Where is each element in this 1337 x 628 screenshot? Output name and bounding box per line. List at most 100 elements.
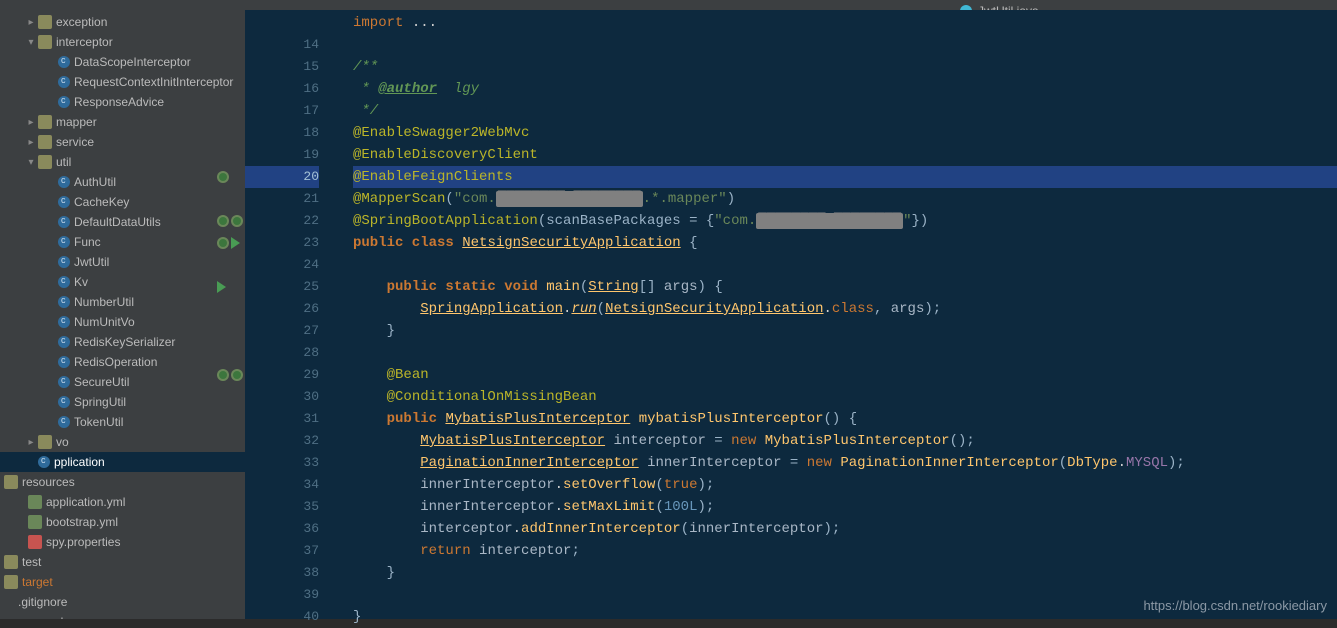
code-line[interactable] (353, 584, 1337, 606)
gutter-line-number[interactable]: 24 (245, 254, 319, 276)
tree-item[interactable]: resources (0, 472, 245, 492)
code-line[interactable] (353, 342, 1337, 364)
gutter-line-number[interactable]: 16 (245, 78, 319, 100)
tree-item[interactable]: ▸exception (0, 12, 245, 32)
tree-item[interactable]: · pplication (0, 452, 245, 472)
tree-item[interactable]: ·RequestContextInitInterceptor (0, 72, 245, 92)
spring-bean-icon[interactable] (217, 171, 229, 183)
spring-bean-icon[interactable] (231, 215, 243, 227)
code-line[interactable]: innerInterceptor.setMaxLimit(100L); (353, 496, 1337, 518)
gutter-line-number[interactable]: 27 (245, 320, 319, 342)
tree-item[interactable]: ·TokenUtil (0, 412, 245, 432)
code-line[interactable]: } (353, 562, 1337, 584)
gutter-line-number[interactable]: 20 (245, 166, 319, 188)
gutter-line-number[interactable]: 14 (245, 34, 319, 56)
tree-item[interactable]: .gitignore (0, 592, 245, 612)
line-gutter[interactable]: 1415161718192021222324252627282930313233… (245, 10, 325, 619)
tree-item[interactable]: pom.xml (0, 612, 245, 619)
gutter-line-number[interactable]: 23 (245, 232, 319, 254)
chevron-down-icon[interactable]: ▾ (24, 37, 38, 48)
tree-item[interactable]: test (0, 552, 245, 572)
code-area[interactable]: import .../** * @author lgy */@EnableSwa… (325, 10, 1337, 619)
gutter-line-number[interactable]: 32 (245, 430, 319, 452)
gutter-line-number[interactable]: 21 (245, 188, 319, 210)
run-icon[interactable] (231, 237, 240, 249)
tree-item[interactable]: ·NumberUtil (0, 292, 245, 312)
tree-item[interactable]: ·Func (0, 232, 245, 252)
tree-item[interactable]: ·DefaultDataUtils (0, 212, 245, 232)
gutter-line-number[interactable]: 19 (245, 144, 319, 166)
tree-item[interactable]: application.yml (0, 492, 245, 512)
gutter-line-number[interactable]: 31 (245, 408, 319, 430)
chevron-right-icon[interactable]: ▸ (24, 17, 38, 28)
tree-item[interactable]: ·NumUnitVo (0, 312, 245, 332)
gutter-line-number[interactable]: 22 (245, 210, 319, 232)
code-line[interactable]: SpringApplication.run(NetsignSecurityApp… (353, 298, 1337, 320)
gutter-line-number[interactable]: 39 (245, 584, 319, 606)
spring-bean-icon[interactable] (217, 237, 229, 249)
gutter-line-number[interactable]: 25 (245, 276, 319, 298)
tree-item[interactable]: ·RedisKeySerializer (0, 332, 245, 352)
code-line[interactable]: @Bean (353, 364, 1337, 386)
code-line[interactable]: @EnableSwagger2WebMvc (353, 122, 1337, 144)
tree-item[interactable]: ▸vo (0, 432, 245, 452)
code-line[interactable]: innerInterceptor.setOverflow(true); (353, 474, 1337, 496)
chevron-down-icon[interactable]: ▾ (24, 157, 38, 168)
gutter-line-number[interactable]: 37 (245, 540, 319, 562)
code-line[interactable]: PaginationInnerInterceptor innerIntercep… (353, 452, 1337, 474)
tree-item[interactable]: target (0, 572, 245, 592)
code-line[interactable]: return interceptor; (353, 540, 1337, 562)
tree-item[interactable]: ·SpringUtil (0, 392, 245, 412)
chevron-right-icon[interactable]: ▸ (24, 137, 38, 148)
code-line[interactable]: @EnableDiscoveryClient (353, 144, 1337, 166)
gutter-line-number[interactable]: 17 (245, 100, 319, 122)
code-line[interactable]: import ... (353, 12, 1337, 34)
code-line[interactable] (353, 34, 1337, 56)
tree-item[interactable]: ·SecureUtil (0, 372, 245, 392)
tree-item[interactable]: ·ResponseAdvice (0, 92, 245, 112)
spring-bean-icon[interactable] (231, 369, 243, 381)
code-line[interactable]: public class NetsignSecurityApplication … (353, 232, 1337, 254)
tree-item[interactable]: spy.properties (0, 532, 245, 552)
tree-item[interactable]: ▾interceptor (0, 32, 245, 52)
code-line[interactable]: @SpringBootApplication(scanBasePackages … (353, 210, 1337, 232)
code-line[interactable]: interceptor.addInnerInterceptor(innerInt… (353, 518, 1337, 540)
tree-item[interactable]: ▾util (0, 152, 245, 172)
tree-item[interactable]: ·Kv (0, 272, 245, 292)
gutter-line-number[interactable]: 28 (245, 342, 319, 364)
code-line[interactable]: } (353, 606, 1337, 628)
code-line[interactable]: * @author lgy (353, 78, 1337, 100)
code-editor[interactable]: 1415161718192021222324252627282930313233… (245, 10, 1337, 619)
tree-item[interactable]: ·JwtUtil (0, 252, 245, 272)
gutter-line-number[interactable]: 30 (245, 386, 319, 408)
code-line[interactable] (353, 254, 1337, 276)
gutter-line-number[interactable]: 33 (245, 452, 319, 474)
chevron-right-icon[interactable]: ▸ (24, 437, 38, 448)
gutter-line-number[interactable]: 29 (245, 364, 319, 386)
gutter-line-number[interactable]: 15 (245, 56, 319, 78)
spring-bean-icon[interactable] (217, 369, 229, 381)
tree-item[interactable]: ▸service (0, 132, 245, 152)
tree-item[interactable]: ▸mapper (0, 112, 245, 132)
gutter-line-number[interactable]: 18 (245, 122, 319, 144)
gutter-line-number[interactable]: 35 (245, 496, 319, 518)
gutter-line-number[interactable]: 26 (245, 298, 319, 320)
tree-item[interactable]: ·DataScopeInterceptor (0, 52, 245, 72)
code-line[interactable]: } (353, 320, 1337, 342)
project-tree-sidebar[interactable]: ▸exception▾interceptor·DataScopeIntercep… (0, 10, 245, 619)
code-line[interactable]: @MapperScan("com.████████ ████████.*.map… (353, 188, 1337, 210)
tree-item[interactable]: ·CacheKey (0, 192, 245, 212)
gutter-line-number[interactable]: 40 (245, 606, 319, 628)
run-icon[interactable] (217, 281, 226, 293)
gutter-line-number[interactable]: 38 (245, 562, 319, 584)
code-line[interactable]: @EnableFeignClients (353, 166, 1337, 188)
code-line[interactable]: /** (353, 56, 1337, 78)
tree-item[interactable]: ·AuthUtil (0, 172, 245, 192)
gutter-line-number[interactable]: 36 (245, 518, 319, 540)
code-line[interactable]: public MybatisPlusInterceptor mybatisPlu… (353, 408, 1337, 430)
code-line[interactable]: @ConditionalOnMissingBean (353, 386, 1337, 408)
gutter-line-number[interactable]: 34 (245, 474, 319, 496)
code-line[interactable]: public static void main(String[] args) { (353, 276, 1337, 298)
tree-item[interactable]: ·RedisOperation (0, 352, 245, 372)
tree-item[interactable]: bootstrap.yml (0, 512, 245, 532)
